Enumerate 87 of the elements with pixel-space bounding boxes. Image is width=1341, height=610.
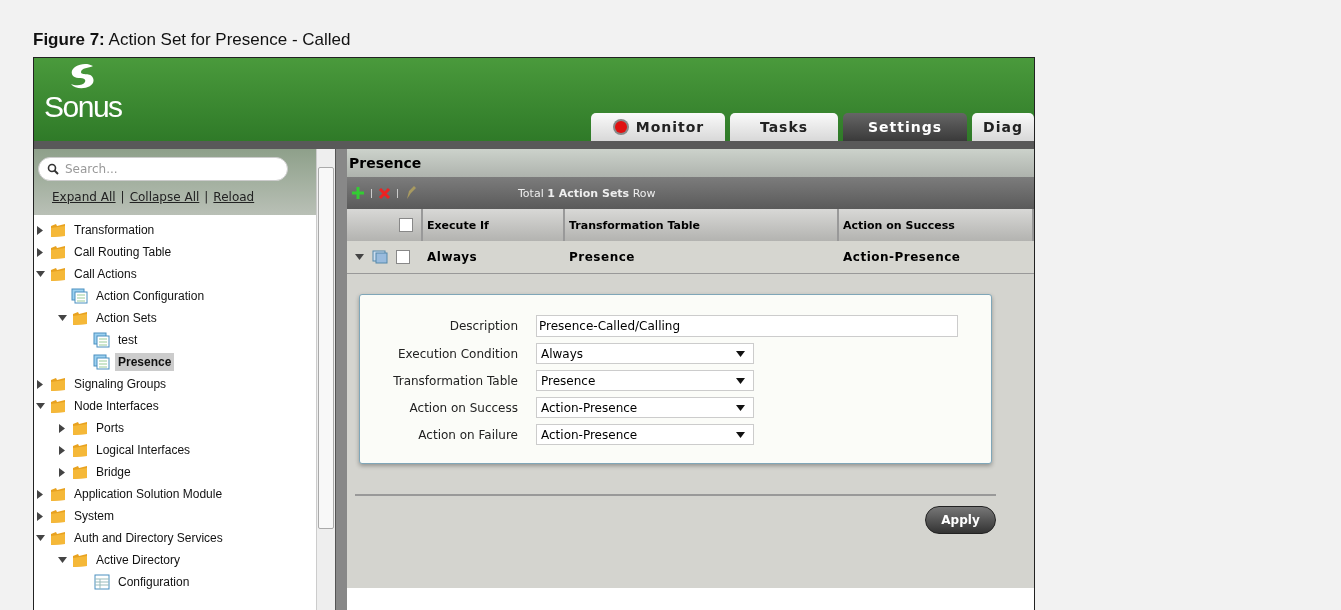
dropdown-arrow-icon	[736, 377, 745, 384]
search-icon	[47, 163, 59, 175]
nav-tab[interactable]: Tasks	[730, 113, 838, 141]
tree-item[interactable]: Call Actions	[71, 265, 140, 283]
tree-item[interactable]: Application Solution Module	[71, 485, 226, 503]
folder-icon	[49, 398, 67, 414]
stacked-pages-icon	[93, 354, 111, 370]
link-separator: |	[120, 190, 125, 204]
expanded-caret-icon[interactable]	[36, 401, 45, 411]
checkbox[interactable]	[396, 250, 410, 264]
nav-tab[interactable]: Settings	[843, 113, 967, 141]
folder-icon	[71, 310, 89, 326]
dropdown[interactable]: Always	[536, 343, 754, 364]
figure-caption: Figure 7: Action Set for Presence - Called	[33, 30, 352, 51]
collapsed-caret-icon[interactable]	[36, 489, 45, 499]
dropdown[interactable]: Action-Presence	[536, 397, 754, 418]
expanded-caret-icon[interactable]	[58, 313, 67, 323]
folder-icon	[49, 266, 67, 282]
nav-tab[interactable]: Monitor	[591, 113, 725, 141]
field-label: Transformation Table	[392, 373, 518, 388]
tree-item[interactable]: Action Configuration	[93, 287, 208, 305]
collapsed-caret-icon[interactable]	[58, 445, 67, 455]
tree-item[interactable]: Call Routing Table	[71, 243, 175, 261]
logo-text: Sonus	[44, 92, 122, 122]
dropdown[interactable]: Action-Presence	[536, 424, 754, 445]
column-header[interactable]: Action on Success	[839, 209, 1034, 241]
column-header[interactable]: Transformation Table	[565, 209, 839, 241]
folder-icon	[49, 376, 67, 392]
field-label: Execution Condition	[397, 346, 518, 361]
tree-item[interactable]: Logical Interfaces	[93, 441, 194, 459]
tree-item[interactable]: Auth and Directory Services	[71, 529, 226, 547]
dropdown-arrow-icon	[736, 350, 745, 357]
tree-action-link[interactable]: Collapse All	[129, 190, 200, 204]
tree-item[interactable]: Ports	[93, 419, 127, 437]
folder-icon	[49, 508, 67, 524]
expanded-caret-icon[interactable]	[36, 533, 45, 543]
dropdown[interactable]: Presence	[536, 370, 754, 391]
collapsed-caret-icon[interactable]	[58, 467, 67, 477]
field-label: Description	[448, 319, 518, 333]
apply-button[interactable]: Apply	[925, 506, 996, 534]
collapsed-caret-icon[interactable]	[58, 423, 67, 433]
stacked-pages-icon	[71, 288, 89, 304]
stacked-pages-icon	[93, 332, 111, 348]
table-icon	[93, 574, 111, 590]
tree-item[interactable]: test	[115, 331, 141, 349]
add-icon[interactable]	[351, 186, 365, 200]
collapsed-caret-icon[interactable]	[36, 247, 45, 257]
field-label: Action on Success	[408, 400, 518, 415]
folder-icon	[49, 486, 67, 502]
tree-item[interactable]: Active Directory	[93, 551, 184, 569]
expanded-caret-icon[interactable]	[355, 252, 364, 262]
folder-icon	[71, 464, 89, 480]
tree-item[interactable]: System	[71, 507, 117, 525]
search-field[interactable]: Search...	[38, 157, 288, 181]
dropdown-arrow-icon	[736, 404, 745, 411]
collapsed-caret-icon[interactable]	[36, 379, 45, 389]
tree-item[interactable]: Signaling Groups	[71, 375, 170, 393]
folder-icon	[49, 530, 67, 546]
row-total: Total 1 Action Sets Row	[518, 186, 656, 200]
tree-item[interactable]: Presence	[115, 353, 175, 371]
collapsed-caret-icon[interactable]	[36, 511, 45, 521]
folder-icon	[49, 244, 67, 260]
nav-tab[interactable]: Diag	[972, 113, 1034, 141]
column-header[interactable]: Execute If	[423, 209, 565, 241]
tree-action-link[interactable]: Reload	[213, 190, 255, 204]
tree-item[interactable]: Action Sets	[93, 309, 160, 327]
scrollbar[interactable]	[316, 149, 335, 610]
input-field[interactable]: Presence-Called/Calling	[536, 315, 958, 337]
dropdown-arrow-icon	[736, 431, 745, 438]
folder-icon	[49, 222, 67, 238]
expanded-caret-icon[interactable]	[58, 555, 67, 565]
checkbox[interactable]	[399, 218, 413, 232]
folder-icon	[71, 442, 89, 458]
record-icon	[611, 118, 630, 136]
tree-item[interactable]: Configuration	[115, 573, 193, 591]
link-separator: |	[204, 190, 209, 204]
collapsed-caret-icon[interactable]	[36, 225, 45, 235]
panel-title: Presence	[347, 149, 1034, 177]
folder-icon	[71, 552, 89, 568]
folder-icon	[71, 420, 89, 436]
window-icon	[372, 250, 388, 264]
field-label: Action on Failure	[417, 427, 518, 442]
tree-action-link[interactable]: Expand All	[52, 190, 116, 204]
tree-item[interactable]: Bridge	[93, 463, 134, 481]
expanded-caret-icon[interactable]	[36, 269, 45, 279]
tree-item[interactable]: Transformation	[71, 221, 158, 239]
tree-item[interactable]: Node Interfaces	[71, 397, 162, 415]
